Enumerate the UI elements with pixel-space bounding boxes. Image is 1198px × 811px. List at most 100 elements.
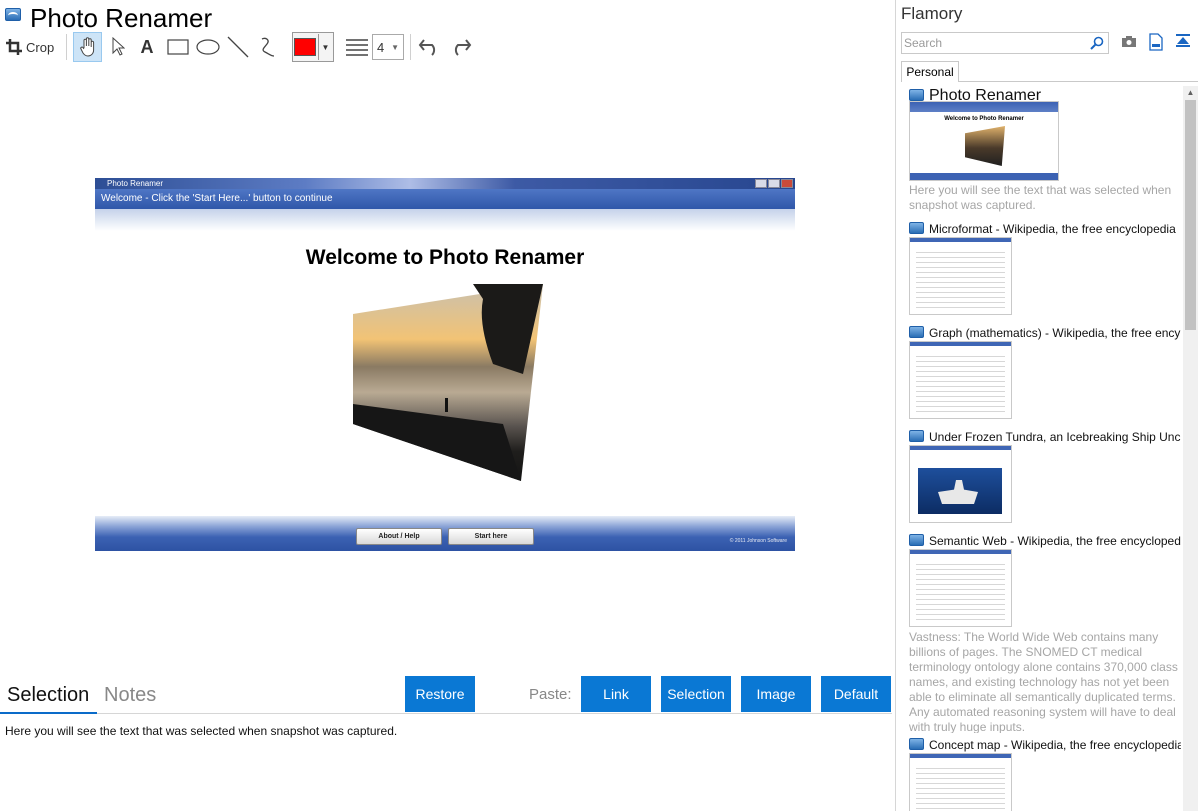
crop-label: Crop — [26, 39, 55, 55]
crop-button[interactable]: Crop — [6, 32, 58, 62]
app-icon — [5, 8, 21, 21]
flamory-sidebar: Flamory Personal Photo Renamer Welcome t… — [897, 0, 1198, 811]
scroll-up-icon[interactable]: ▲ — [1183, 86, 1198, 100]
list-item-thumbnail[interactable] — [909, 549, 1012, 627]
thumbnail-header — [910, 342, 1011, 346]
annotation-toolbar: Crop A ▼ 4 ▼ — [0, 32, 896, 62]
scroll-to-top-icon[interactable] — [1175, 33, 1191, 49]
app-icon — [909, 738, 924, 750]
rectangle-tool-button[interactable] — [164, 32, 192, 62]
document-icon[interactable] — [1149, 33, 1163, 51]
list-item-label: Semantic Web - Wikipedia, the free encyc… — [929, 534, 1181, 548]
maximize-icon — [768, 179, 780, 188]
active-tab-indicator — [0, 712, 97, 714]
line-width-select[interactable]: 4 ▼ — [372, 34, 404, 60]
camera-icon[interactable] — [1121, 34, 1137, 48]
snapshot-photo — [353, 284, 543, 481]
list-scrollbar[interactable]: ▲ — [1183, 86, 1198, 811]
text-tool-button[interactable]: A — [134, 32, 160, 62]
thumbnail-content — [916, 560, 1005, 620]
color-swatch — [294, 38, 316, 56]
tab-notes[interactable]: Notes — [104, 684, 156, 707]
title-row: Photo Renamer — [0, 0, 896, 34]
line-width-value: 4 — [377, 39, 385, 55]
paste-link-button[interactable]: Link — [581, 676, 651, 712]
thumbnail-content — [916, 764, 1005, 811]
list-item-thumbnail[interactable] — [909, 237, 1012, 315]
list-item-thumbnail[interactable] — [909, 341, 1012, 419]
selection-text: Here you will see the text that was sele… — [5, 724, 398, 738]
freehand-icon — [261, 37, 275, 57]
app-icon — [909, 89, 924, 101]
redo-button[interactable] — [446, 32, 474, 62]
tab-divider — [959, 81, 1198, 82]
chevron-down-icon: ▼ — [318, 34, 332, 60]
paste-image-button[interactable]: Image — [741, 676, 811, 712]
thumbnail-photo — [965, 126, 1005, 166]
snapshot-footer — [95, 516, 795, 551]
scrollbar-thumb[interactable] — [1185, 100, 1196, 330]
rectangle-icon — [167, 39, 189, 55]
snapshot-start-button[interactable]: Start here — [448, 528, 534, 545]
list-item-title[interactable]: Concept map - Wikipedia, the free encycl… — [909, 738, 1181, 752]
search-box — [901, 32, 1109, 54]
snapshot-canvas[interactable]: Photo Renamer Welcome - Click the 'Start… — [95, 178, 795, 551]
minimize-icon — [755, 179, 767, 188]
paste-label: Paste: — [529, 686, 572, 703]
paste-selection-button[interactable]: Selection — [661, 676, 731, 712]
list-item-description: Vastness: The World Wide Web contains ma… — [909, 630, 1178, 733]
list-item-thumbnail[interactable] — [909, 445, 1012, 523]
list-item-label: Concept map - Wikipedia, the free encycl… — [929, 738, 1181, 752]
search-input[interactable] — [904, 35, 1084, 51]
list-item-thumbnail[interactable] — [909, 753, 1012, 811]
thumbnail-header — [910, 550, 1011, 554]
hand-icon — [79, 37, 94, 57]
chevron-down-icon: ▼ — [391, 42, 399, 52]
line-icon — [227, 36, 249, 58]
thumbnail-header — [910, 754, 1011, 758]
thumbnail-header — [910, 102, 1058, 112]
app-icon — [909, 534, 924, 546]
thumbnail-header — [910, 446, 1011, 450]
list-item-label: Under Frozen Tundra, an Icebreaking Ship… — [929, 430, 1181, 444]
list-item-title[interactable]: Graph (mathematics) - Wikipedia, the fre… — [909, 326, 1181, 340]
close-icon — [781, 179, 793, 188]
line-weight-icon — [346, 39, 368, 56]
snapshot-list: Photo Renamer Welcome to Photo Renamer H… — [897, 86, 1183, 811]
app-icon — [909, 222, 924, 234]
list-item-thumbnail[interactable]: Welcome to Photo Renamer — [909, 101, 1059, 181]
undo-button[interactable] — [416, 32, 444, 62]
tab-divider — [97, 713, 892, 714]
snapshot-window-controls — [755, 179, 793, 188]
snapshot-header-fade — [95, 209, 795, 231]
search-icon[interactable] — [1090, 36, 1104, 50]
color-picker-button[interactable]: ▼ — [292, 32, 334, 62]
toolbar-separator — [66, 34, 67, 60]
snapshot-titlebar: Photo Renamer — [95, 178, 795, 189]
crop-icon — [6, 39, 22, 55]
list-item-title[interactable]: Semantic Web - Wikipedia, the free encyc… — [909, 534, 1181, 548]
list-item-label: Graph (mathematics) - Wikipedia, the fre… — [929, 326, 1181, 340]
toolbar-separator — [410, 34, 411, 60]
restore-button[interactable]: Restore — [405, 676, 475, 712]
tab-selection[interactable]: Selection — [7, 684, 89, 707]
freehand-tool-button[interactable] — [255, 32, 281, 62]
page-title: Photo Renamer — [30, 3, 213, 33]
editor-pane: Photo Renamer Crop A ▼ 4 ▼ Photo Renamer… — [0, 0, 896, 811]
thumbnail-content — [916, 352, 1005, 412]
sidebar-title: Flamory — [901, 4, 963, 23]
select-tool-button[interactable] — [106, 32, 130, 62]
list-item-title[interactable]: Microformat - Wikipedia, the free encycl… — [909, 222, 1181, 236]
undo-icon — [418, 39, 436, 56]
line-weight-button[interactable] — [344, 32, 370, 62]
hand-tool-button[interactable] — [73, 32, 102, 62]
snapshot-header: Welcome - Click the 'Start Here...' butt… — [95, 189, 795, 209]
list-item-label: Microformat - Wikipedia, the free encycl… — [929, 222, 1176, 236]
list-item-title[interactable]: Under Frozen Tundra, an Icebreaking Ship… — [909, 430, 1181, 444]
paste-default-button[interactable]: Default — [821, 676, 891, 712]
ellipse-tool-button[interactable] — [194, 32, 222, 62]
snapshot-copyright: © 2011 Johnson Software — [729, 538, 787, 544]
snapshot-about-button[interactable]: About / Help — [356, 528, 442, 545]
tab-personal[interactable]: Personal — [901, 61, 959, 82]
line-tool-button[interactable] — [225, 32, 251, 62]
